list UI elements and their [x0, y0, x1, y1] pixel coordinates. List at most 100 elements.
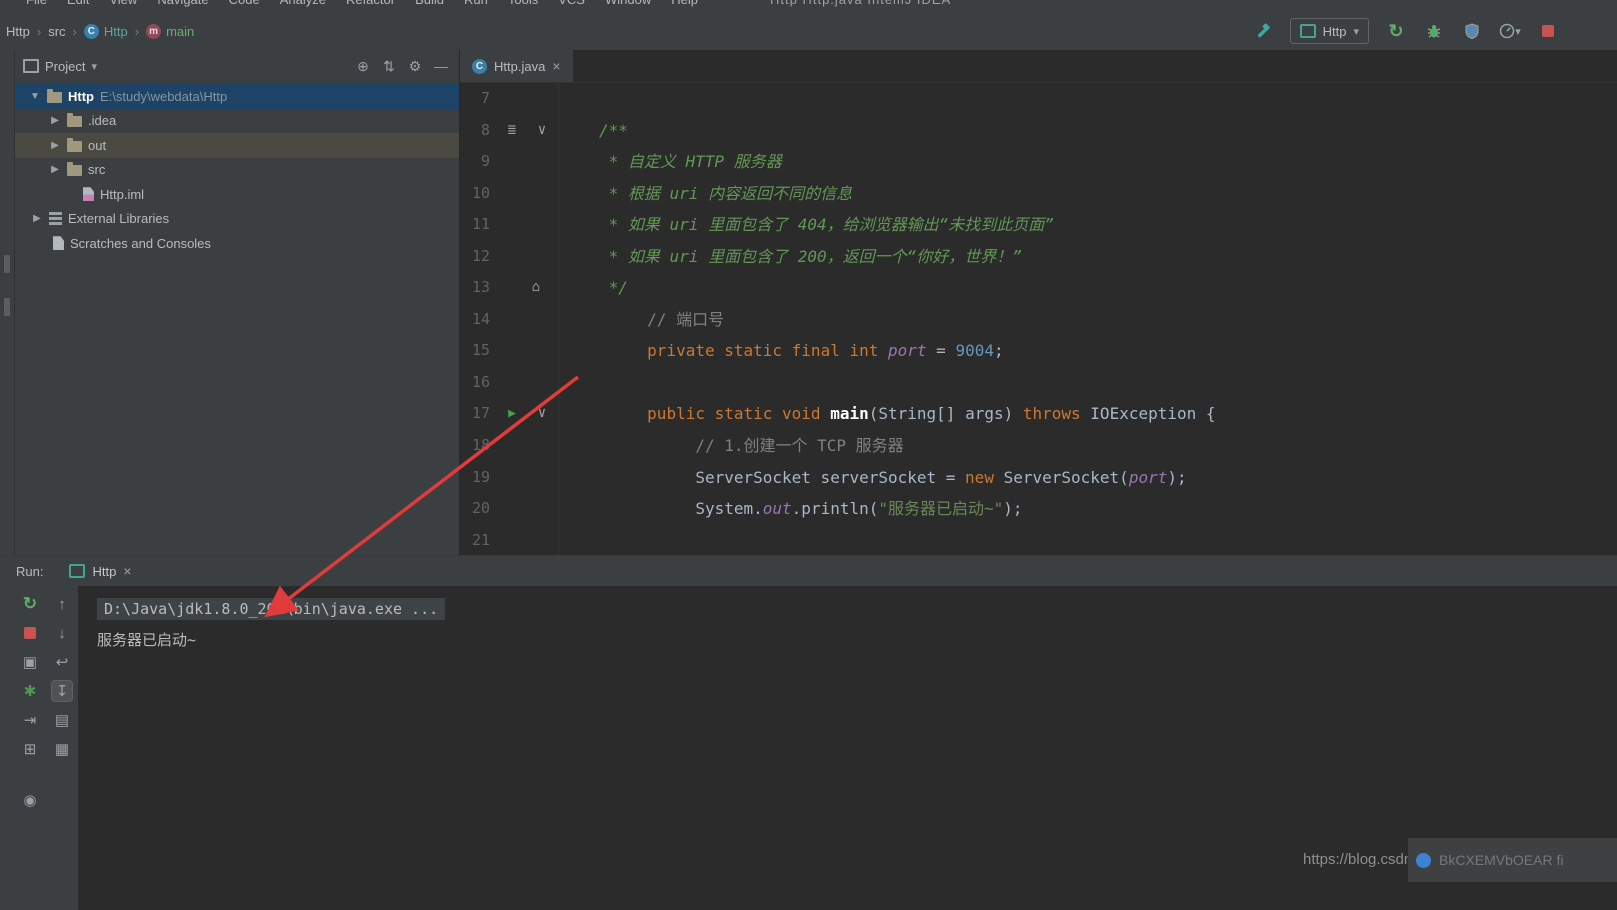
breadcrumb-class[interactable]: C Http — [84, 24, 128, 39]
code-line-18[interactable]: 18 // 1.创建一个 TCP 服务器 — [460, 430, 1617, 462]
expand-arrow-icon[interactable]: ▶ — [49, 140, 61, 151]
collapse-arrow-icon[interactable]: ▼ — [29, 91, 41, 102]
tree-row-iml[interactable]: Http.iml — [15, 182, 459, 207]
class-icon: C — [472, 59, 487, 74]
home-gutter-icon[interactable]: ⌂ — [528, 272, 544, 304]
expand-arrow-icon[interactable]: ▶ — [31, 213, 43, 224]
gutter: ⌂ — [490, 272, 558, 304]
line-number: 14 — [460, 304, 490, 336]
line-number: 15 — [460, 335, 490, 367]
list-gutter-icon[interactable]: ≣ — [504, 115, 520, 147]
down-arrow-icon[interactable]: ↓ — [52, 623, 72, 643]
menu-item-analyze[interactable]: Analyze — [280, 0, 326, 7]
code-line-9[interactable]: 9 * 自定义 HTTP 服务器 — [460, 146, 1617, 178]
tree-row-idea[interactable]: ▶ .idea — [15, 109, 459, 134]
clear-console-icon[interactable]: ▦ — [52, 739, 72, 759]
editor-tab-http-java[interactable]: C Http.java × — [460, 50, 573, 82]
watermark-overlay-text: BkCXEMVbOEAR fi — [1439, 852, 1563, 868]
run-tab-label: Http — [92, 564, 116, 579]
menu-item-build[interactable]: Build — [415, 0, 444, 7]
breadcrumb-method[interactable]: m main — [146, 24, 194, 39]
code-text: * 如果 uri 里面包含了 200，返回一个“你好，世界！” — [558, 241, 1617, 273]
stop-icon — [1542, 25, 1554, 37]
code-line-13[interactable]: 13⌂ */ — [460, 272, 1617, 304]
chevron-down-icon[interactable]: ▾ — [91, 60, 97, 73]
close-icon[interactable]: × — [552, 58, 560, 74]
code-text: * 根据 uri 内容返回不同的信息 — [558, 178, 1617, 210]
toolwindow-button[interactable] — [4, 298, 10, 316]
code-text: */ — [558, 272, 1617, 304]
project-panel-title[interactable]: Project — [45, 59, 85, 74]
code-line-8[interactable]: 8≣∨/** — [460, 115, 1617, 147]
pin-icon[interactable]: ◉ — [20, 790, 40, 810]
code-line-21[interactable]: 21 — [460, 525, 1617, 555]
scratches-icon — [53, 236, 64, 250]
editor-code[interactable]: 78≣∨/**9 * 自定义 HTTP 服务器10 * 根据 uri 内容返回不… — [460, 83, 1617, 555]
menu-item-view[interactable]: View — [109, 0, 137, 7]
gutter — [490, 83, 558, 115]
console-toolbar: ↑ ↓ ↩ ↧ ▤ ▦ — [46, 586, 78, 910]
menu-item-edit[interactable]: Edit — [67, 0, 89, 7]
tag-gutter-icon[interactable]: ∨ — [534, 398, 550, 430]
code-line-19[interactable]: 19 ServerSocket serverSocket = new Serve… — [460, 462, 1617, 494]
code-text: public static void main(String[] args) t… — [558, 398, 1617, 430]
close-icon[interactable]: × — [123, 563, 131, 579]
file-icon — [83, 187, 94, 201]
code-line-11[interactable]: 11 * 如果 uri 里面包含了 404，给浏览器输出“未找到此页面” — [460, 209, 1617, 241]
debug-button[interactable] — [1423, 20, 1445, 42]
tree-row-src[interactable]: ▶ src — [15, 158, 459, 183]
rerun-icon[interactable]: ↻ — [20, 594, 40, 614]
code-line-14[interactable]: 14 // 端口号 — [460, 304, 1617, 336]
run-gutter-icon[interactable]: ▶ — [504, 398, 520, 430]
build-hammer-icon[interactable] — [1252, 20, 1274, 42]
run-configuration-select[interactable]: Http ▾ — [1290, 18, 1369, 44]
menu-item-code[interactable]: Code — [229, 0, 260, 7]
expand-arrow-icon[interactable]: ▶ — [49, 115, 61, 126]
menu-item-navigate[interactable]: Navigate — [157, 0, 208, 7]
console-command-line[interactable]: D:\Java\jdk1.8.0_201\bin\java.exe ... — [97, 598, 445, 620]
navigation-bar: Http › src › C Http › m main — [0, 12, 1617, 50]
code-line-7[interactable]: 7 — [460, 83, 1617, 115]
scroll-to-end-icon[interactable]: ↧ — [52, 681, 72, 701]
export-icon[interactable]: ⇥ — [20, 710, 40, 730]
menu-item-tools[interactable]: Tools — [508, 0, 538, 7]
rerun-button[interactable]: ↻ — [1385, 20, 1407, 42]
toolwindow-stripe — [0, 586, 14, 910]
stop-button[interactable] — [1537, 20, 1559, 42]
menu-item-run[interactable]: Run — [464, 0, 488, 7]
soft-wrap-icon[interactable]: ↩ — [52, 652, 72, 672]
layout-icon[interactable]: ⊞ — [20, 739, 40, 759]
code-line-20[interactable]: 20 System.out.println("服务器已启动~"); — [460, 493, 1617, 525]
tree-row-out[interactable]: ▶ out — [15, 133, 459, 158]
print-icon[interactable]: ▤ — [52, 710, 72, 730]
code-line-15[interactable]: 15 private static final int port = 9004; — [460, 335, 1617, 367]
menu-item-window[interactable]: Window — [605, 0, 651, 7]
camera-icon[interactable]: ▣ — [20, 652, 40, 672]
up-arrow-icon[interactable]: ↑ — [52, 594, 72, 614]
tree-row-root[interactable]: ▼ Http E:\study\webdata\Http — [15, 84, 459, 109]
code-line-17[interactable]: 17▶∨ public static void main(String[] ar… — [460, 398, 1617, 430]
hide-panel-icon[interactable]: — — [431, 56, 451, 76]
menu-item-vcs[interactable]: VCS — [558, 0, 585, 7]
menu-item-file[interactable]: File — [26, 0, 47, 7]
tree-row-external-libraries[interactable]: ▶ External Libraries — [15, 207, 459, 232]
menu-item-refactor[interactable]: Refactor — [346, 0, 395, 7]
code-line-16[interactable]: 16 — [460, 367, 1617, 399]
gear-icon[interactable]: ⚙ — [405, 56, 425, 76]
locate-file-icon[interactable]: ⊕ — [353, 56, 373, 76]
code-line-12[interactable]: 12 * 如果 uri 里面包含了 200，返回一个“你好，世界！” — [460, 241, 1617, 273]
code-line-10[interactable]: 10 * 根据 uri 内容返回不同的信息 — [460, 178, 1617, 210]
restart-icon[interactable]: ✱ — [20, 681, 40, 701]
breadcrumb-src[interactable]: src — [48, 24, 65, 39]
run-tab-http[interactable]: Http × — [69, 563, 131, 579]
breadcrumb-project[interactable]: Http — [6, 24, 30, 39]
profiler-button[interactable]: ▾ — [1499, 20, 1521, 42]
expand-arrow-icon[interactable]: ▶ — [49, 164, 61, 175]
coverage-button[interactable] — [1461, 20, 1483, 42]
tag-gutter-icon[interactable]: ∨ — [534, 115, 550, 147]
menu-item-help[interactable]: Help — [671, 0, 698, 7]
collapse-all-icon[interactable]: ⇅ — [379, 56, 399, 76]
toolwindow-button[interactable] — [4, 255, 10, 273]
stop-icon[interactable] — [20, 623, 40, 643]
tree-row-scratches[interactable]: Scratches and Consoles — [15, 231, 459, 256]
